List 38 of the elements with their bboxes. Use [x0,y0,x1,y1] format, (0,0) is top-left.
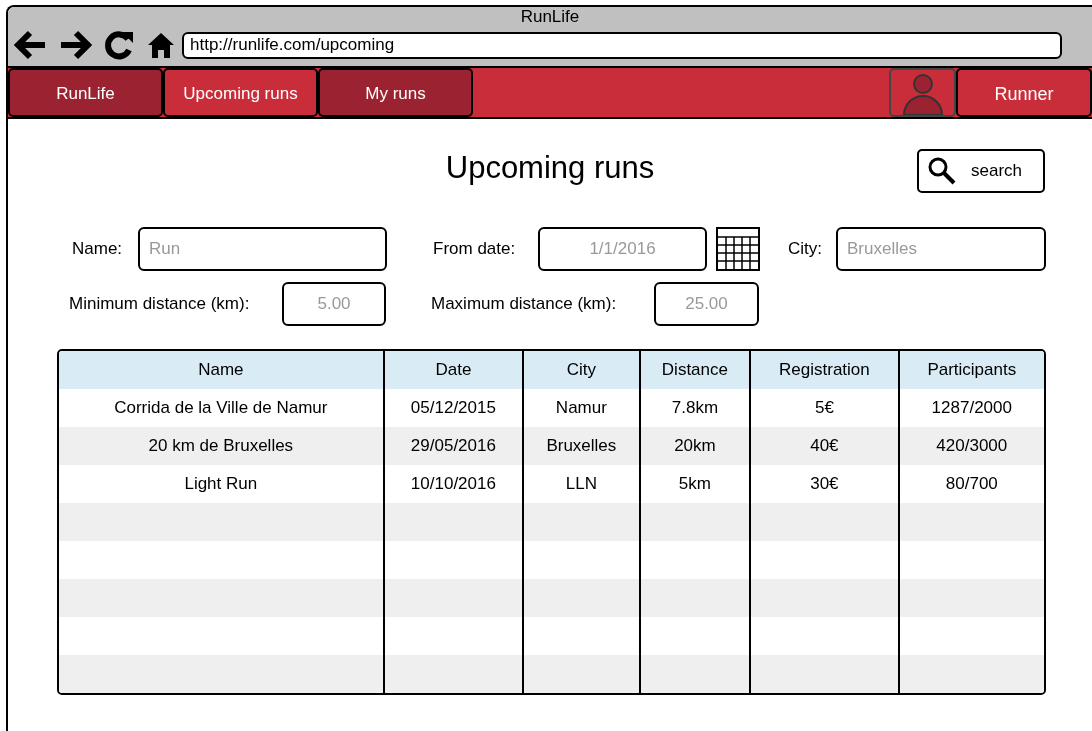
input-field[interactable]: 5.00 [282,281,386,326]
table-cell-text: Light Run [183,473,259,496]
field-label: Minimum distance (km): [69,292,251,315]
table-cell: 20km [638,427,750,465]
column-header[interactable]: Distance [638,351,750,389]
input-field[interactable]: 1/1/2016 [538,226,707,271]
nav-tab[interactable]: Upcoming runs [163,68,318,117]
column-header[interactable]: City [522,351,639,389]
column-header[interactable]: Name [59,351,383,389]
field-label: From date: [433,237,517,260]
table-cell-text: Corrida de la Ville de Namur [113,397,329,420]
search-button[interactable]: search [917,149,1045,193]
column-header[interactable]: Participants [897,351,1044,389]
input-field[interactable]: 25.00 [654,281,759,326]
search-icon [927,156,957,186]
user-menu[interactable]: Runner [956,68,1092,117]
table-cell-text: 20 km de Bruxelles [147,435,295,458]
nav-tab[interactable]: RunLife [8,68,163,117]
page-title: Upcoming runs [445,149,655,187]
field-label: Maximum distance (km): [431,292,618,315]
table-cell: Bruxelles [522,427,639,465]
table-cell: 29/05/2016 [382,427,523,465]
nav-tab[interactable]: My runs [318,68,473,117]
window-title: RunLife [519,7,581,25]
input-field[interactable]: Bruxelles [836,226,1046,271]
table-cell: 40€ [749,427,898,465]
back-icon[interactable] [14,30,48,60]
reload-icon[interactable] [102,29,136,61]
home-icon[interactable] [146,31,176,59]
calendar-icon[interactable] [716,226,760,271]
column-header[interactable]: Registration [749,351,898,389]
input-field[interactable]: Run [138,226,387,271]
field-label: City: [788,237,823,260]
address-field[interactable]: http://runlife.com/upcoming [182,31,1062,59]
forward-icon[interactable] [58,30,92,60]
field-label: Name: [72,237,124,260]
column-header[interactable]: Date [382,351,523,389]
table-cell: 420/3000 [897,427,1044,465]
